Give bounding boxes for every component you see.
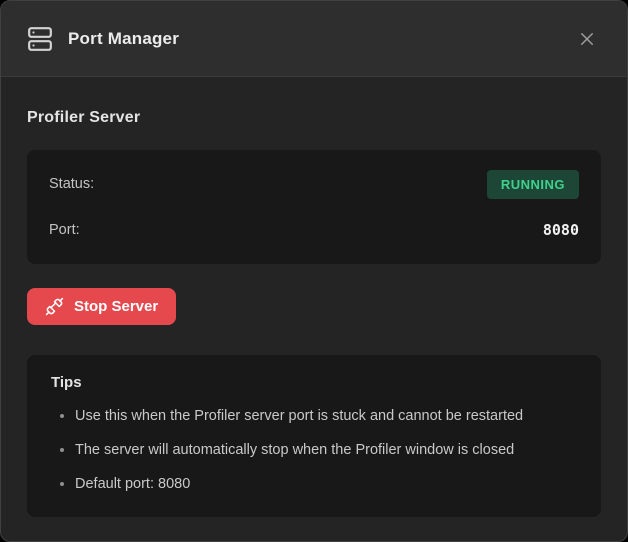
- dialog-header: Port Manager: [1, 1, 627, 77]
- dialog-title: Port Manager: [68, 29, 179, 49]
- tip-item: Use this when the Profiler server port i…: [75, 406, 577, 427]
- stop-server-button[interactable]: Stop Server: [27, 288, 176, 325]
- tip-item: Default port: 8080: [75, 474, 577, 495]
- dialog-content: Profiler Server Status: RUNNING Port: 80…: [1, 77, 627, 542]
- stop-server-label: Stop Server: [74, 298, 158, 315]
- tips-panel: Tips Use this when the Profiler server p…: [27, 355, 601, 517]
- status-panel: Status: RUNNING Port: 8080: [27, 150, 601, 264]
- status-badge: RUNNING: [487, 170, 579, 199]
- close-button[interactable]: [569, 21, 605, 57]
- server-icon: [27, 26, 53, 52]
- tips-heading: Tips: [51, 374, 577, 391]
- tip-item: The server will automatically stop when …: [75, 440, 577, 461]
- close-icon: [578, 30, 596, 48]
- tips-list: Use this when the Profiler server port i…: [51, 406, 577, 495]
- port-value: 8080: [543, 221, 579, 239]
- port-label: Port:: [49, 222, 80, 238]
- status-row: Status: RUNNING: [49, 164, 579, 204]
- port-manager-dialog: Port Manager Profiler Server Status: RUN…: [0, 0, 628, 542]
- profiler-server-heading: Profiler Server: [27, 109, 601, 127]
- status-label: Status:: [49, 176, 94, 192]
- port-row: Port: 8080: [49, 210, 579, 250]
- unplug-icon: [45, 297, 64, 316]
